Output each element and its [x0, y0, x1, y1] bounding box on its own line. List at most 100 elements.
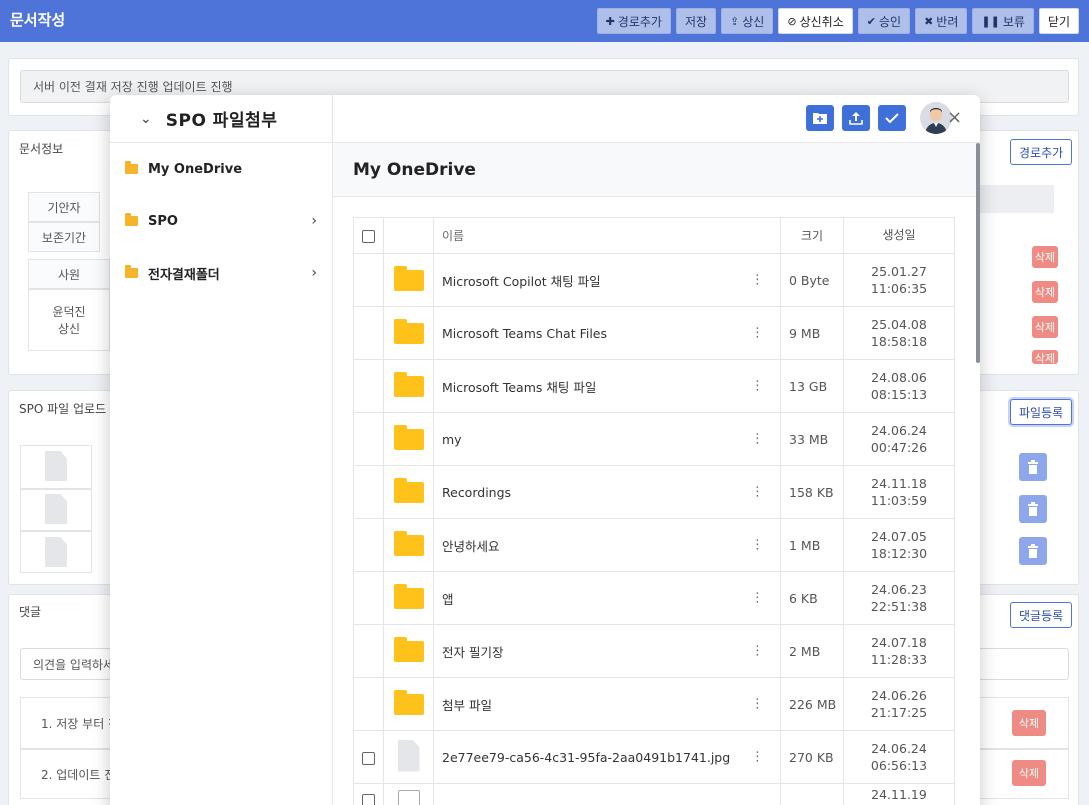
delete-button[interactable]: 삭제 [1032, 350, 1058, 364]
cancel-submit-button[interactable]: ⊘ 상신취소 [778, 8, 853, 34]
size-cell: 1 MB [780, 518, 844, 572]
table-row[interactable]: 앱 ⋮ 6 KB 24.06.23 22:51:38 [353, 571, 955, 625]
current-folder-title: My OneDrive [353, 160, 476, 180]
folder-icon [393, 478, 424, 503]
sidebar-item-spo[interactable]: SPO › [125, 209, 317, 233]
name-cell[interactable]: my ⋮ [433, 412, 781, 466]
icon-cell [383, 306, 434, 360]
icon-cell [383, 412, 434, 466]
table-row[interactable]: 2e77ee79-ca56-4c31-95fa-2aa0491b1741.jpg… [353, 730, 955, 784]
new-folder-button[interactable] [806, 105, 834, 131]
checkbox-cell [353, 465, 384, 519]
file-register-button[interactable]: 파일등록 [1010, 399, 1073, 425]
chevron-down-icon[interactable]: ⌄ [140, 111, 152, 127]
upload-button[interactable] [842, 105, 870, 131]
sidebar-item-my-onedrive[interactable]: My OneDrive [125, 157, 317, 181]
checkbox-cell [353, 783, 384, 805]
trash-button[interactable] [1019, 495, 1047, 523]
sidebar-item-approval-folder[interactable]: 전자결재폴더 › [125, 261, 317, 285]
date-cell: 24.06.26 21:17:25 [843, 677, 955, 731]
table-row[interactable]: Recordings ⋮ 158 KB 24.11.18 11:03:59 [353, 465, 955, 519]
name-cell[interactable]: 2e77ee79-ca56-4c31-95fa-2aa0491b1741.jpg… [433, 730, 781, 784]
approve-button[interactable]: ✔ 승인 [857, 8, 911, 34]
checkbox-cell [353, 306, 384, 360]
row-checkbox[interactable] [362, 751, 375, 765]
select-all-checkbox[interactable] [362, 229, 375, 243]
folder-icon [393, 372, 424, 397]
table-row[interactable]: Microsoft Copilot 채팅 파일 ⋮ 0 Byte 25.01.27… [353, 253, 955, 307]
name-cell[interactable]: 전자 필기장 ⋮ [433, 624, 781, 678]
more-vertical-icon[interactable]: ⋮ [751, 591, 764, 606]
hold-button[interactable]: ❚❚ 보류 [972, 8, 1034, 34]
row-checkbox[interactable] [362, 794, 375, 805]
trash-icon [1028, 460, 1038, 474]
name-cell[interactable]: Microsoft Teams Chat Files ⋮ [433, 306, 781, 360]
chevron-right-icon[interactable]: › [311, 213, 317, 229]
table-row[interactable]: Microsoft Teams 채팅 파일 ⋮ 13 GB 24.08.06 08:… [353, 359, 955, 413]
table-row[interactable]: my ⋮ 33 MB 24.06.24 00:47:26 [353, 412, 955, 466]
size-column-header[interactable]: 크기 [780, 217, 844, 254]
more-vertical-icon[interactable]: ⋮ [751, 644, 764, 659]
more-vertical-icon[interactable]: ⋮ [751, 485, 764, 500]
trash-button[interactable] [1019, 537, 1047, 565]
more-vertical-icon[interactable]: ⋮ [751, 697, 764, 712]
close-button[interactable]: 닫기 [1038, 8, 1079, 34]
scrollbar[interactable] [976, 143, 980, 363]
more-vertical-icon[interactable]: ⋮ [751, 432, 764, 447]
date-cell: 24.08.06 08:15:13 [843, 359, 955, 413]
created-column-header[interactable]: 생성일 [843, 217, 955, 254]
more-vertical-icon[interactable]: ⋮ [751, 538, 764, 553]
checkbox-cell [353, 624, 384, 678]
comment-delete-button[interactable]: 삭제 [1012, 760, 1046, 786]
name-cell[interactable]: 안녕하세요 ⋮ [433, 518, 781, 572]
comment-register-button[interactable]: 댓글등록 [1010, 602, 1073, 628]
more-vertical-icon[interactable]: ⋮ [751, 379, 764, 394]
chevron-right-icon[interactable]: › [311, 265, 317, 281]
created-date: 25.04.08 [871, 317, 927, 332]
folder-icon [393, 690, 424, 715]
sidebar-item-label: My OneDrive [148, 161, 243, 177]
table-row[interactable]: 24.11.19 [353, 783, 955, 805]
table-row[interactable]: 첨부 파일 ⋮ 226 MB 24.06.26 21:17:25 [353, 677, 955, 731]
trash-button[interactable] [1019, 453, 1047, 481]
comment-delete-button[interactable]: 삭제 [1012, 710, 1046, 736]
date-cell: 24.07.18 11:28:33 [843, 624, 955, 678]
delete-button[interactable]: 삭제 [1032, 316, 1058, 338]
name-cell[interactable] [433, 783, 781, 805]
checkbox-cell [353, 571, 384, 625]
table-row[interactable]: 전자 필기장 ⋮ 2 MB 24.07.18 11:28:33 [353, 624, 955, 678]
comment-label: 댓글 [19, 605, 42, 619]
name-cell[interactable]: Recordings ⋮ [433, 465, 781, 519]
approver-cell: 윤덕진 상신 [28, 289, 110, 351]
size-cell: 13 GB [780, 359, 844, 413]
file-name: Microsoft Copilot 채팅 파일 [442, 273, 601, 289]
more-vertical-icon[interactable]: ⋮ [751, 750, 764, 765]
name-cell[interactable]: 앱 ⋮ [433, 571, 781, 625]
name-cell[interactable]: 첨부 파일 ⋮ [433, 677, 781, 731]
add-route-outline-button[interactable]: 경로추가 [1010, 139, 1073, 165]
close-icon[interactable]: × [947, 107, 962, 128]
more-vertical-icon[interactable]: ⋮ [751, 273, 764, 288]
name-cell[interactable]: Microsoft Copilot 채팅 파일 ⋮ [433, 253, 781, 307]
submit-button[interactable]: ⇪ 상신 [721, 8, 774, 34]
folder-icon [125, 265, 138, 278]
created-date: 24.06.23 [871, 582, 927, 597]
name-column-header[interactable]: 이름 [433, 217, 781, 254]
file-name: Microsoft Teams Chat Files [442, 325, 607, 341]
name-cell[interactable]: Microsoft Teams 채팅 파일 ⋮ [433, 359, 781, 413]
table-row[interactable]: Microsoft Teams Chat Files ⋮ 9 MB 25.04.0… [353, 306, 955, 360]
retention-label: 보존기간 [28, 222, 100, 252]
add-route-button[interactable]: ✚ 경로추가 [596, 8, 671, 34]
delete-button[interactable]: 삭제 [1032, 281, 1058, 303]
checkbox-cell [353, 359, 384, 413]
folder-icon [125, 213, 138, 226]
more-vertical-icon[interactable]: ⋮ [751, 326, 764, 341]
confirm-button[interactable] [878, 105, 906, 131]
checkbox-cell [353, 677, 384, 731]
reject-button[interactable]: ✖ 반려 [915, 8, 968, 34]
save-button[interactable]: 저장 [675, 8, 717, 34]
delete-button[interactable]: 삭제 [1032, 246, 1058, 268]
icon-cell [383, 518, 434, 572]
table-row[interactable]: 안녕하세요 ⋮ 1 MB 24.07.05 18:12:30 [353, 518, 955, 572]
created-time: 21:17:25 [870, 705, 928, 720]
